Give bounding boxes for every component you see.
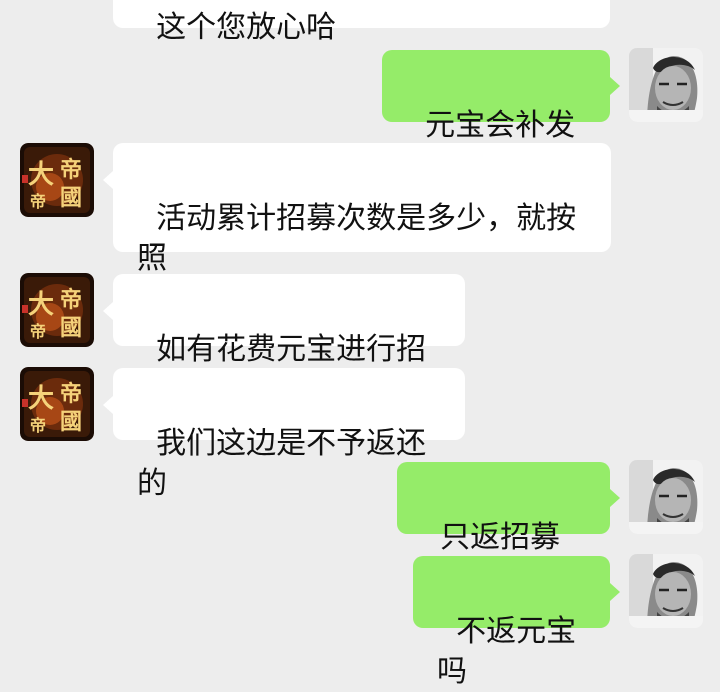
message-bubble-outgoing[interactable]: 只返招募令? [397, 462, 620, 595]
user-avatar[interactable] [629, 48, 703, 122]
game-logo-avatar[interactable] [20, 367, 94, 441]
message-bubble-incoming[interactable]: 这个您放心哈 [113, 0, 610, 45]
message-text: 不返元宝吗 [437, 614, 577, 689]
user-avatar[interactable] [629, 460, 703, 534]
game-logo-avatar[interactable] [20, 143, 94, 217]
message-text: 这个您放心哈 [156, 10, 337, 45]
message-bubble-outgoing[interactable]: 元宝会补发吗 [382, 50, 620, 183]
game-logo-avatar[interactable] [20, 273, 94, 347]
message-bubble-incoming[interactable]: 活动累计招募次数是多少，就按照 活动要求返还 [103, 143, 611, 316]
message-bubble-outgoing[interactable]: 不返元宝吗 [413, 556, 620, 689]
message-bubble-incoming[interactable]: 如有花费元宝进行招募 [103, 274, 465, 407]
message-text: 我们这边是不予返还的 [137, 426, 427, 501]
message-bubble-incoming[interactable]: 我们这边是不予返还的 [103, 368, 465, 501]
user-avatar[interactable] [629, 554, 703, 628]
